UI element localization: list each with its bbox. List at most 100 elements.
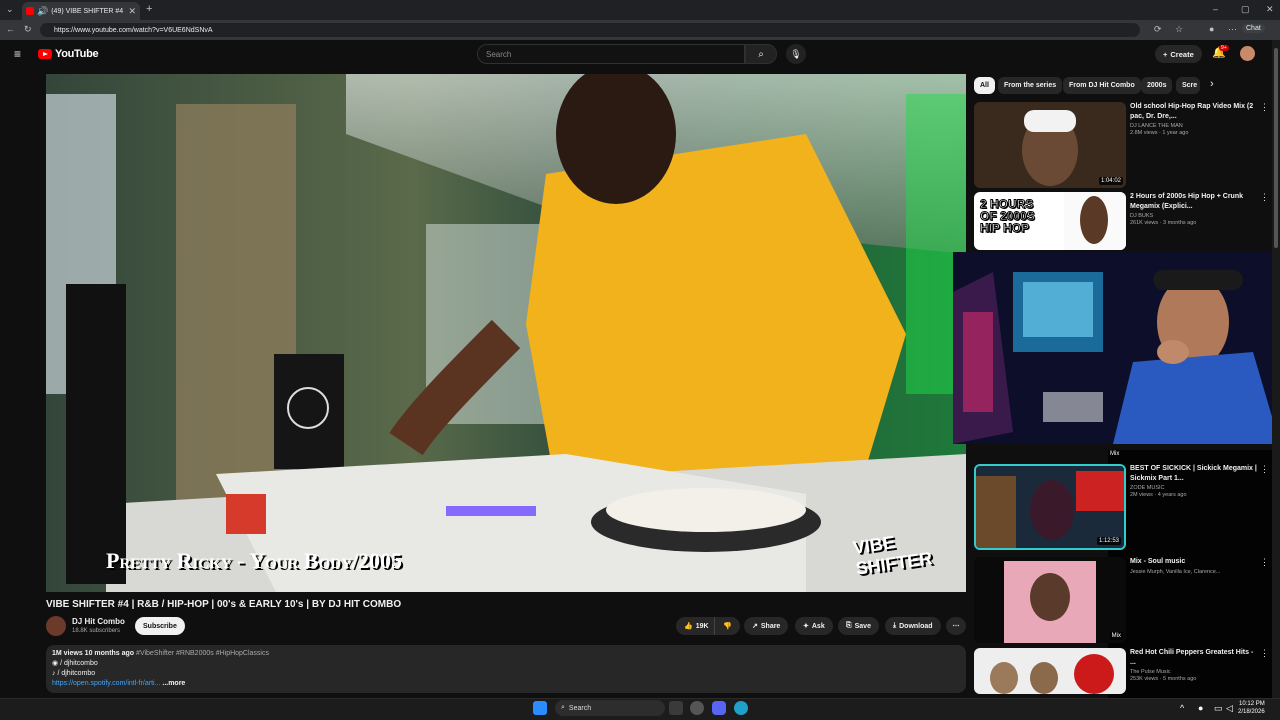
channel-name[interactable]: DJ Hit Combo [72,617,125,626]
description-meta: 1M views 10 months ago [52,650,135,657]
recommendation-item[interactable]: Mix Mix - Soul music Jessie Murph, Vanil… [974,557,1269,643]
video-thumbnail[interactable]: 1:04:02 [974,102,1126,188]
chip-from-channel[interactable]: From DJ Hit Combo [1063,77,1141,94]
menu-dots-icon[interactable]: ⋯ [1228,25,1237,34]
like-button[interactable]: 👍 19K [676,617,717,635]
description-social-1[interactable]: / djhitcombo [60,660,98,667]
kebab-menu-icon[interactable]: ⋮ [1260,557,1269,568]
chip-scre[interactable]: Scre [1176,77,1200,94]
recommendation-meta: 2M views · 4 years ago [1130,492,1187,498]
spotify-link[interactable]: https://open.spotify.com/intl-fr/arti... [52,680,160,687]
microphone-tray-icon[interactable]: ● [1198,704,1203,713]
duration-badge: 1:04:02 [1098,177,1123,185]
close-tab-icon[interactable]: ✕ [128,6,136,16]
minimize-icon[interactable]: – [1213,5,1218,14]
browser-tab-bar: ⌄ 🔊 (49) VIBE SHIFTER #4 | R&B / HIP-HOP… [0,0,1280,20]
thumbs-up-icon: 👍 [684,623,693,630]
thumbnail-image [974,648,1126,694]
share-label: Share [760,622,781,630]
channel-avatar[interactable] [46,616,66,636]
volume-icon[interactable]: ◁ [1226,704,1233,713]
video-player[interactable]: Pretty Ricky - Your Body/2005 VIBE SHIFT… [46,74,966,592]
browser-tab[interactable]: 🔊 (49) VIBE SHIFTER #4 | R&B / HIP-HOP ✕ [22,2,140,20]
dislike-button[interactable]: 👎 [714,617,740,635]
discord-icon[interactable] [712,701,726,715]
edge-icon[interactable] [734,701,748,715]
taskbar-search[interactable]: ⌕ Search [555,700,665,716]
tray-chevron-icon[interactable]: ^ [1180,704,1184,713]
search-button[interactable]: ⌕ [745,44,777,64]
taskbar-clock[interactable]: 10:12 PM 2/18/2026 [1238,700,1265,716]
duration-badge: Mix [1109,632,1123,640]
recommendation-title: Red Hot Chili Peppers Greatest Hits - ..… [1130,649,1254,666]
recommendation-channel: The Pulse Music [1130,669,1171,675]
recommendation-item[interactable]: 2 HOURS OF 2000S HIP HOP 2 Hours of 2000… [974,192,1269,250]
save-button[interactable]: ⎘ Save [838,617,879,635]
chip-2000s[interactable]: 2000s [1141,77,1173,94]
profile-icon[interactable]: ● [1209,25,1214,34]
create-button[interactable]: + Create [1155,45,1202,63]
kebab-menu-icon[interactable]: ⋮ [1260,102,1269,113]
extensions-icon[interactable]: ⟳ [1154,25,1162,34]
thumbnail-caption: 2 HOURS OF 2000S HIP HOP [980,197,1036,235]
search-input[interactable]: Search [477,44,745,64]
recommendation-channel: Jessie Murph, Vanilla Ice, Clarence... [1130,568,1221,575]
network-icon[interactable]: ▭ [1214,704,1223,713]
like-count: 19K [695,622,709,630]
subscriber-count: 18.8K subscribers [72,628,121,634]
more-dots-icon: ⋯ [952,623,960,630]
user-avatar[interactable] [1240,46,1255,61]
thumbnail-image [1064,192,1126,250]
page-scrollbar[interactable] [1272,40,1280,698]
back-icon[interactable]: ← [6,25,15,34]
video-thumbnail[interactable] [974,648,1126,694]
recommendation-title: Old school Hip-Hop Rap Video Mix (2 pac,… [1130,103,1254,120]
recommendation-item[interactable]: Red Hot Chili Peppers Greatest Hits - ..… [974,648,1269,694]
recommendation-item[interactable]: 1:12:53 BEST OF SICKICK | Sickick Megami… [974,464,1269,550]
chip-all[interactable]: All [974,77,995,94]
url-bar[interactable]: https://www.youtube.com/watch?v=V6UE6NdS… [40,23,1140,37]
reload-icon[interactable]: ↻ [24,25,32,34]
chevron-right-icon[interactable]: › [1210,78,1214,90]
favorites-icon[interactable]: ☆ [1175,25,1183,34]
thumbs-down-icon: 👎 [723,623,732,630]
description-box[interactable]: 1M views 10 months ago #VibeShifter #RNB… [46,645,966,693]
new-tab-icon[interactable]: + [146,4,152,15]
kebab-menu-icon[interactable]: ⋮ [1260,648,1269,659]
chrome-icon[interactable] [690,701,704,715]
task-view-icon[interactable] [669,701,683,715]
more-actions-button[interactable]: ⋯ [946,617,966,635]
kebab-menu-icon[interactable]: ⋮ [1260,192,1269,203]
description-hashtags[interactable]: #VibeShifter #RNB2000s #HipHopClassics [136,650,269,657]
description-social-2[interactable]: / djhitcombo [57,670,95,677]
tab-list-icon[interactable]: ⌄ [6,5,14,14]
recommendation-channel: DJ LANCE THE MAN [1130,123,1183,129]
video-frame [46,74,966,592]
youtube-logo[interactable]: YouTube [38,48,99,60]
url-text: https://www.youtube.com/watch?v=V6UE6NdS… [54,26,213,34]
hamburger-menu-icon[interactable]: ≡ [14,47,21,61]
video-thumbnail[interactable]: Mix [974,557,1126,643]
copilot-chat-button[interactable]: Chat [1242,24,1265,33]
kebab-menu-icon[interactable]: ⋮ [1260,464,1269,475]
subscribe-button[interactable]: Subscribe [135,617,185,635]
download-button[interactable]: ⤓ Download [885,617,941,635]
recommendation-meta: 2.8M views · 1 year ago [1130,130,1189,136]
close-window-icon[interactable]: ✕ [1266,5,1274,14]
windows-start-icon[interactable] [533,701,547,715]
maximize-icon[interactable]: ▢ [1241,5,1250,14]
show-more-link[interactable]: ...more [162,680,185,687]
ask-button[interactable]: ✦ Ask [795,617,833,635]
voice-search-button[interactable]: 🎙 [786,44,806,64]
recommendation-channel: ZODE MUSIC [1130,485,1165,491]
scrollbar-thumb[interactable] [1274,48,1278,248]
video-thumbnail[interactable]: 2 HOURS OF 2000S HIP HOP [974,192,1126,250]
share-button[interactable]: ↗ Share [744,617,789,635]
chip-from-series[interactable]: From the series [998,77,1063,94]
recommendation-item[interactable]: 1:04:02 Old school Hip-Hop Rap Video Mix… [974,102,1269,188]
audio-playing-icon[interactable]: 🔊 [37,6,48,16]
thumbnail-image [974,102,1126,188]
share-icon: ↗ [752,623,758,630]
ask-label: Ask [811,622,825,630]
video-thumbnail[interactable]: 1:12:53 [974,464,1126,550]
